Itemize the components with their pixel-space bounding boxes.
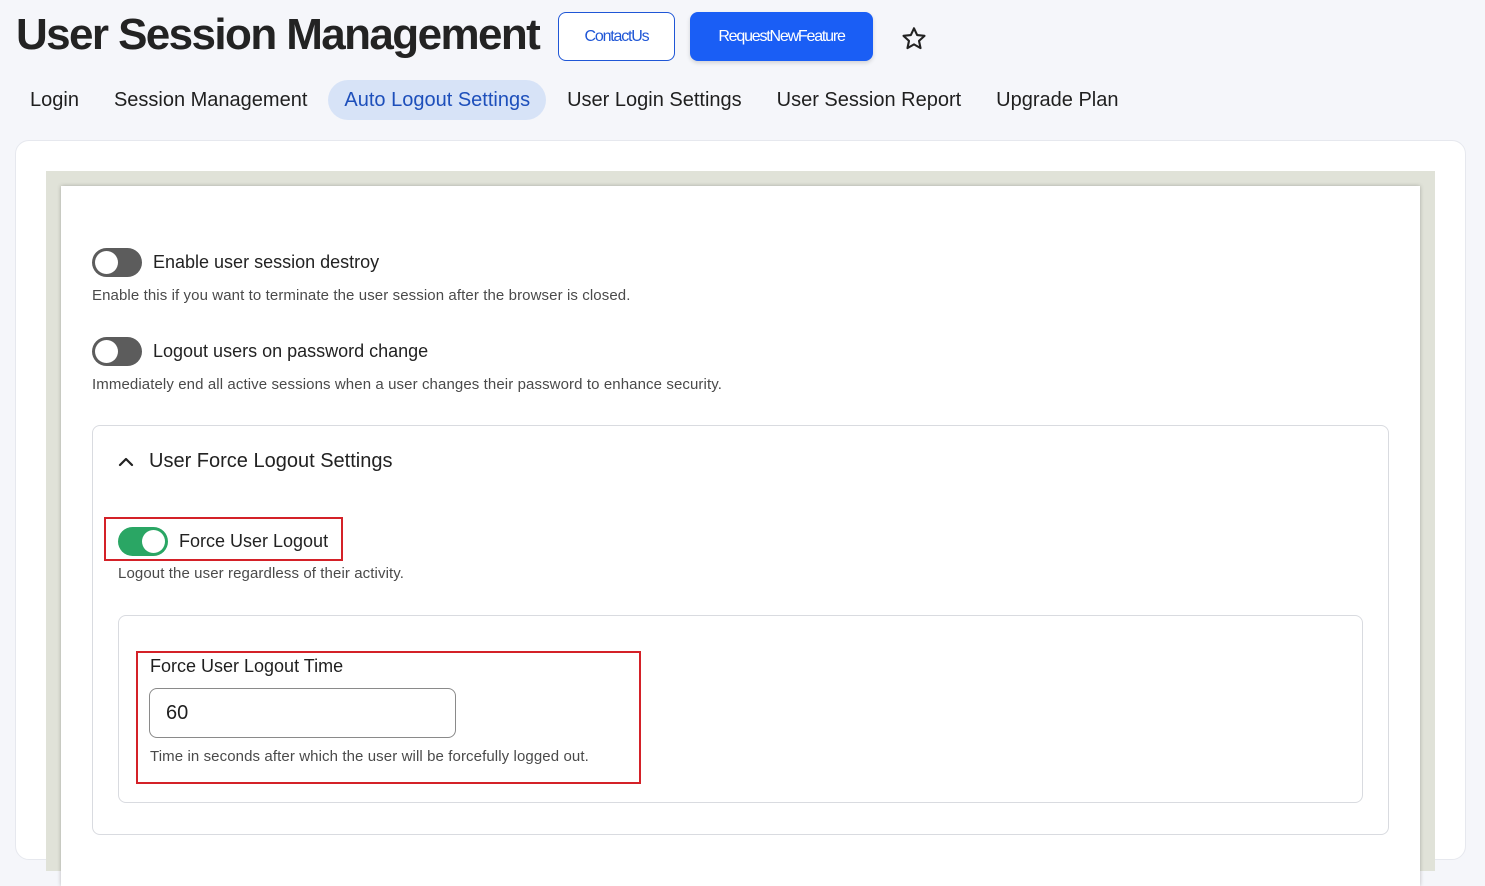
chevron-up-icon [118,457,134,466]
session-destroy-setting: Enable user session destroy [92,248,379,277]
highlight-box [104,517,343,561]
tab-bar: Login Session Management Auto Logout Set… [16,80,1139,120]
page-header: User Session Management [16,0,541,70]
star-icon[interactable] [900,25,928,53]
password-change-description: Immediately end all active sessions when… [92,376,722,393]
tab-login[interactable]: Login [16,80,93,120]
highlight-box [136,651,641,784]
accordion-title: User Force Logout Settings [149,450,393,472]
tab-user-login-settings[interactable]: User Login Settings [553,80,756,120]
tab-auto-logout-settings[interactable]: Auto Logout Settings [328,80,547,120]
toggle-knob [95,251,118,274]
tab-session-management[interactable]: Session Management [100,80,321,120]
tab-upgrade-plan[interactable]: Upgrade Plan [982,80,1132,120]
session-destroy-description: Enable this if you want to terminate the… [92,287,631,304]
request-new-feature-button[interactable]: RequestNewFeature [690,12,873,61]
password-change-label: Logout users on password change [153,341,429,361]
contact-us-button[interactable]: ContactUs [558,12,675,61]
accordion-header[interactable]: User Force Logout Settings [117,450,392,473]
tab-user-session-report[interactable]: User Session Report [763,80,976,120]
session-destroy-label: Enable user session destroy [153,252,380,272]
toggle-knob [95,340,118,363]
password-change-setting: Logout users on password change [92,337,428,366]
force-logout-description: Logout the user regardless of their acti… [118,565,405,582]
page-title: User Session Management [16,10,541,59]
session-destroy-toggle[interactable] [92,248,142,277]
password-change-toggle[interactable] [92,337,142,366]
